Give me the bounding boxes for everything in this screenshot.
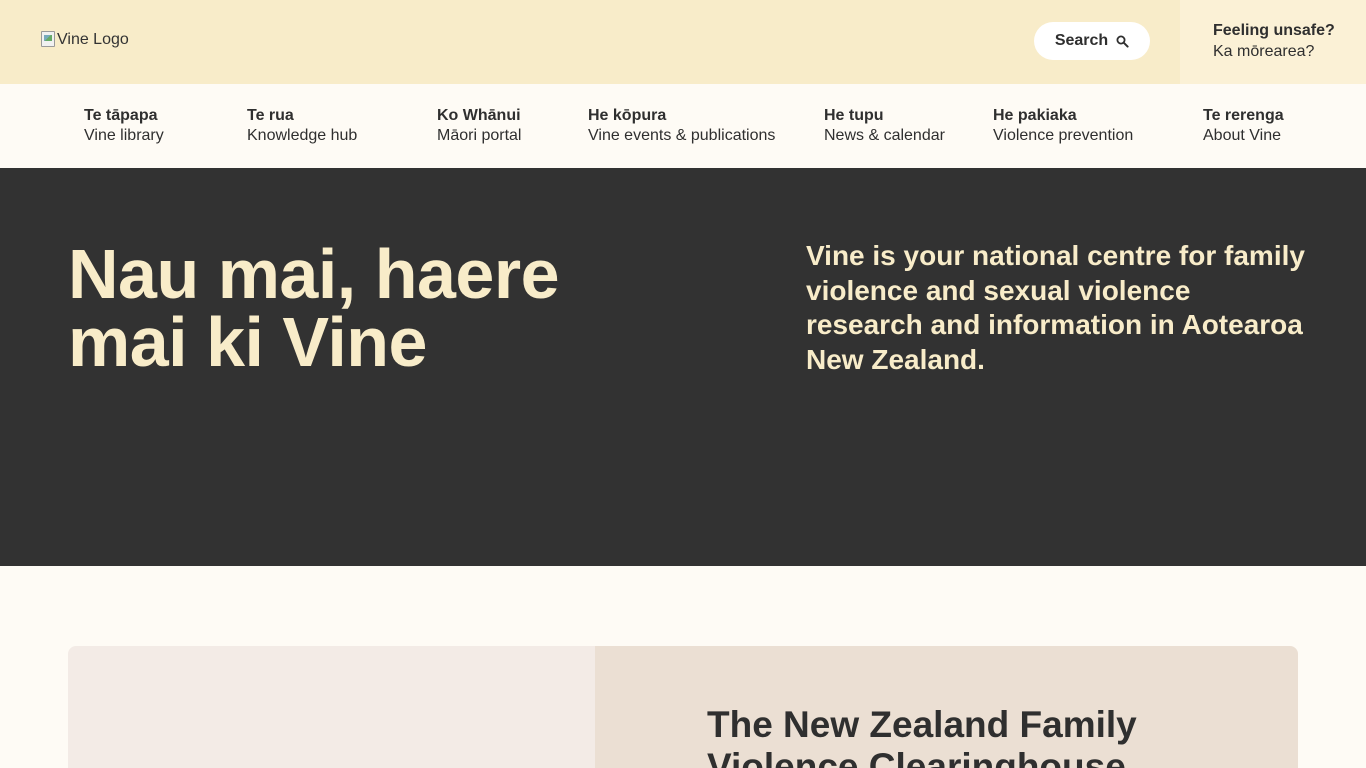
card-title: The New Zealand Family Violence Clearing… <box>707 704 1137 768</box>
nav-item-english: Knowledge hub <box>247 127 358 144</box>
vine-logo[interactable]: Vine Logo <box>41 31 129 49</box>
nav-item-maori: Ko Whānui <box>437 107 521 124</box>
feeling-unsafe-link[interactable]: Feeling unsafe? Ka mōrearea? <box>1180 0 1366 84</box>
nav-item-english: News & calendar <box>824 127 945 144</box>
nav-item-maori: He tupu <box>824 107 884 124</box>
nav-item-english: Māori portal <box>437 127 522 144</box>
nav-item-english: About Vine <box>1203 127 1281 144</box>
nav-item-maori: Te rerenga <box>1203 107 1284 124</box>
nav-item-maori: He kōpura <box>588 107 667 124</box>
card-image-panel <box>68 646 595 768</box>
hero-section: Nau mai, haere mai ki Vine Vine is your … <box>0 168 1366 566</box>
nav-item-knowledge-hub[interactable]: Te rua Knowledge hub <box>247 106 357 146</box>
unsafe-maori: Ka mōrearea? <box>1213 43 1315 60</box>
nav-item-news-calendar[interactable]: He tupu News & calendar <box>824 106 945 146</box>
hero-title: Nau mai, haere mai ki Vine <box>68 235 560 381</box>
nav-item-maori: Te tāpapa <box>84 107 158 124</box>
search-label: Search <box>1054 32 1109 49</box>
main-nav: Te tāpapa Vine library Te rua Knowledge … <box>0 84 1366 168</box>
nav-item-english: Vine events & publications <box>588 127 776 144</box>
hero-lead: Vine is your national centre for family … <box>806 240 1305 375</box>
nav-item-english: Violence prevention <box>993 127 1134 144</box>
nav-item-events-publications[interactable]: He kōpura Vine events & publications <box>588 106 775 146</box>
search-icon <box>1116 35 1129 48</box>
nav-item-violence-prevention[interactable]: He pakiaka Violence prevention <box>993 106 1133 146</box>
broken-image-icon <box>41 31 55 47</box>
top-header: Vine Logo Search Feeling unsafe? Ka mōre… <box>0 0 1366 84</box>
logo-alt-text: Vine Logo <box>57 31 129 48</box>
nav-item-maori: Te rua <box>247 107 294 124</box>
search-button[interactable]: Search <box>1034 22 1150 60</box>
nav-item-maori-portal[interactable]: Ko Whānui Māori portal <box>437 106 521 146</box>
clearinghouse-card: The New Zealand Family Violence Clearing… <box>68 646 1298 768</box>
nav-item-maori: He pakiaka <box>993 107 1077 124</box>
unsafe-title: Feeling unsafe? <box>1213 22 1335 39</box>
nav-item-vine-library[interactable]: Te tāpapa Vine library <box>84 106 164 146</box>
nav-item-about-vine[interactable]: Te rerenga About Vine <box>1203 106 1284 146</box>
nav-item-english: Vine library <box>84 127 164 144</box>
card-text-panel: The New Zealand Family Violence Clearing… <box>595 646 1298 768</box>
